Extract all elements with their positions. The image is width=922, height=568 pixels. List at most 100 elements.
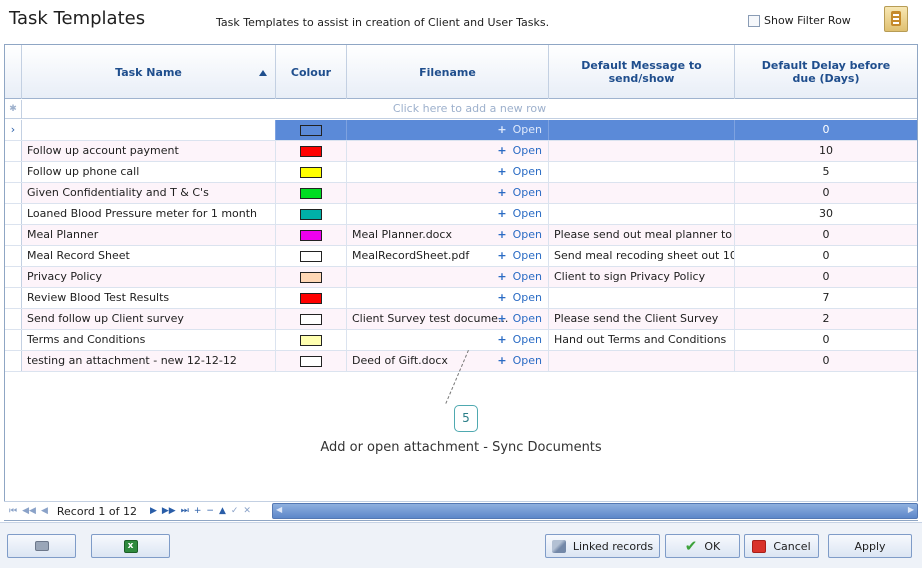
table-row[interactable]: Meal Record Sheet MealRecordSheet.pdf + Ope…: [5, 246, 917, 267]
table-row[interactable]: Follow up phone call + Open 5: [5, 162, 917, 183]
task-name-cell[interactable]: Send follow up Client survey: [22, 309, 276, 329]
filename-cell[interactable]: Meal Planner.docx + Open: [347, 225, 549, 245]
add-attachment-icon[interactable]: +: [497, 165, 506, 178]
filename-cell[interactable]: + Open: [347, 120, 549, 140]
add-attachment-icon[interactable]: +: [497, 333, 506, 346]
row-indicator[interactable]: [5, 183, 22, 203]
add-attachment-icon[interactable]: +: [497, 354, 506, 367]
task-name-cell[interactable]: Privacy Policy: [22, 267, 276, 287]
default-message-cell[interactable]: [549, 204, 735, 224]
table-row[interactable]: Review Blood Test Results + Open 7: [5, 288, 917, 309]
colour-swatch[interactable]: [300, 356, 322, 367]
table-row[interactable]: Terms and Conditions + Open Hand out Terms …: [5, 330, 917, 351]
export-excel-button[interactable]: x: [91, 534, 170, 558]
row-indicator[interactable]: [5, 204, 22, 224]
table-row[interactable]: Meal Planner Meal Planner.docx + Open Please…: [5, 225, 917, 246]
colour-cell[interactable]: [276, 267, 347, 287]
filename-cell[interactable]: Client Survey test docume... + Open: [347, 309, 549, 329]
colour-swatch[interactable]: [300, 272, 322, 283]
task-name-cell[interactable]: [22, 120, 276, 140]
colour-swatch[interactable]: [300, 251, 322, 262]
row-indicator[interactable]: [5, 309, 22, 329]
colour-swatch[interactable]: [300, 188, 322, 199]
colour-cell[interactable]: [276, 246, 347, 266]
add-attachment-icon[interactable]: +: [497, 249, 506, 262]
add-attachment-icon[interactable]: +: [497, 186, 506, 199]
open-attachment-link[interactable]: + Open: [497, 288, 542, 308]
new-row[interactable]: ✱ Click here to add a new row: [5, 100, 917, 119]
help-book-icon[interactable]: [884, 6, 908, 32]
default-message-cell[interactable]: [549, 351, 735, 371]
previous-page-icon[interactable]: ◀◀: [22, 506, 36, 516]
default-delay-cell[interactable]: 0: [735, 246, 917, 266]
filename-cell[interactable]: + Open: [347, 162, 549, 182]
open-attachment-link[interactable]: + Open: [497, 330, 542, 350]
default-message-cell[interactable]: Please send out meal planner to: [549, 225, 735, 245]
previous-record-icon[interactable]: ◀: [41, 506, 48, 516]
open-attachment-link[interactable]: + Open: [497, 225, 542, 245]
column-header-default-delay[interactable]: Default Delay before due (Days): [735, 45, 917, 99]
default-delay-cell[interactable]: 5: [735, 162, 917, 182]
next-page-icon[interactable]: ▶▶: [162, 506, 176, 516]
save-record-icon[interactable]: ✓: [231, 506, 239, 516]
default-message-cell[interactable]: [549, 141, 735, 161]
add-attachment-icon[interactable]: +: [497, 291, 506, 304]
current-row-indicator-icon[interactable]: ›: [5, 120, 22, 140]
default-message-cell[interactable]: Hand out Terms and Conditions: [549, 330, 735, 350]
colour-swatch[interactable]: [300, 293, 322, 304]
row-indicator[interactable]: [5, 288, 22, 308]
horizontal-scrollbar[interactable]: [272, 503, 918, 519]
default-delay-cell[interactable]: 0: [735, 225, 917, 245]
colour-swatch[interactable]: [300, 125, 322, 136]
colour-cell[interactable]: [276, 162, 347, 182]
show-filter-row-toggle[interactable]: Show Filter Row: [748, 14, 851, 27]
colour-cell[interactable]: [276, 183, 347, 203]
default-delay-cell[interactable]: 0: [735, 351, 917, 371]
add-attachment-icon[interactable]: +: [497, 312, 506, 325]
open-attachment-link[interactable]: + Open: [497, 351, 542, 371]
default-delay-cell[interactable]: 7: [735, 288, 917, 308]
filename-cell[interactable]: + Open: [347, 204, 549, 224]
open-attachment-link[interactable]: + Open: [497, 183, 542, 203]
colour-cell[interactable]: [276, 288, 347, 308]
ok-button[interactable]: ✔ OK: [665, 534, 740, 558]
filename-cell[interactable]: Deed of Gift.docx + Open: [347, 351, 549, 371]
filename-cell[interactable]: + Open: [347, 183, 549, 203]
colour-swatch[interactable]: [300, 209, 322, 220]
colour-cell[interactable]: [276, 309, 347, 329]
print-button[interactable]: [7, 534, 76, 558]
colour-swatch[interactable]: [300, 146, 322, 157]
filename-cell[interactable]: + Open: [347, 288, 549, 308]
open-attachment-link[interactable]: + Open: [497, 246, 542, 266]
column-header-default-message[interactable]: Default Message to send/show: [549, 45, 735, 99]
task-name-cell[interactable]: Meal Record Sheet: [22, 246, 276, 266]
row-indicator[interactable]: [5, 267, 22, 287]
default-message-cell[interactable]: [549, 120, 735, 140]
next-record-icon[interactable]: ▶: [150, 506, 157, 516]
default-delay-cell[interactable]: 30: [735, 204, 917, 224]
column-header-filename[interactable]: Filename: [347, 45, 549, 99]
colour-cell[interactable]: [276, 351, 347, 371]
table-row[interactable]: Privacy Policy + Open Client to sign Privac…: [5, 267, 917, 288]
filename-cell[interactable]: + Open: [347, 330, 549, 350]
delete-record-icon[interactable]: −: [206, 506, 214, 516]
task-name-cell[interactable]: Follow up account payment: [22, 141, 276, 161]
colour-cell[interactable]: [276, 141, 347, 161]
row-indicator[interactable]: [5, 351, 22, 371]
edit-record-icon[interactable]: ▲: [219, 506, 226, 516]
open-attachment-link[interactable]: + Open: [497, 267, 542, 287]
cancel-button[interactable]: Cancel: [744, 534, 819, 558]
default-message-cell[interactable]: Please send the Client Survey: [549, 309, 735, 329]
filename-cell[interactable]: + Open: [347, 141, 549, 161]
add-attachment-icon[interactable]: +: [497, 207, 506, 220]
checkbox-icon[interactable]: [748, 14, 760, 27]
cancel-edit-icon[interactable]: ✕: [243, 506, 251, 516]
task-name-cell[interactable]: testing an attachment - new 12-12-12: [22, 351, 276, 371]
table-row[interactable]: Send follow up Client survey Client Surve…: [5, 309, 917, 330]
apply-button[interactable]: Apply: [828, 534, 912, 558]
colour-cell[interactable]: [276, 204, 347, 224]
filename-cell[interactable]: MealRecordSheet.pdf + Open: [347, 246, 549, 266]
default-delay-cell[interactable]: 2: [735, 309, 917, 329]
open-attachment-link[interactable]: + Open: [497, 141, 542, 161]
table-row[interactable]: Given Confidentiality and T & C's + Open 0: [5, 183, 917, 204]
